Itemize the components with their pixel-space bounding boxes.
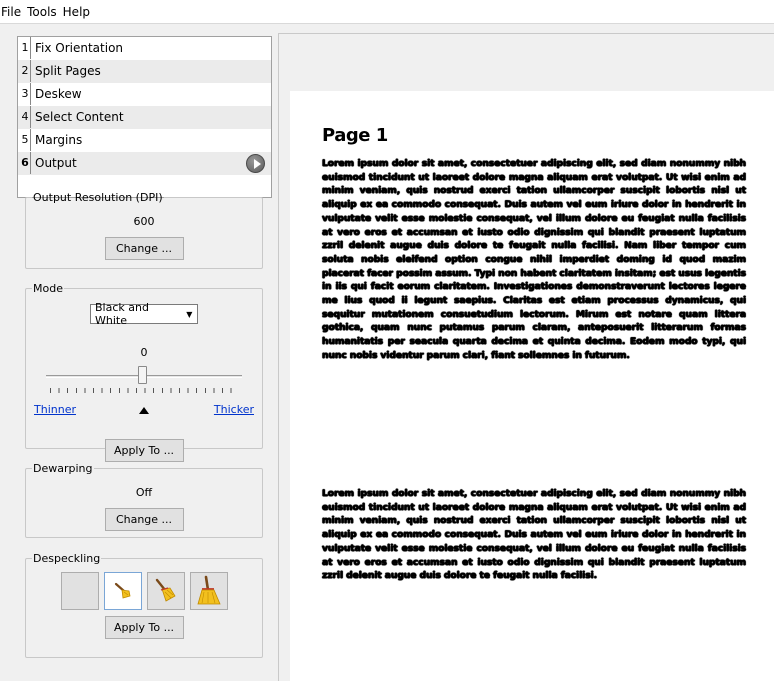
stage-number: 3 [20,83,31,105]
broom-large-icon [196,575,221,605]
slider-ticks [50,388,238,393]
dewarping-group: Dewarping Off Change ... [25,462,263,538]
page-paragraph: Lorem ipsum dolor sit amet, consectetuer… [322,158,746,361]
color-mode-select[interactable]: Black and White ▼ [90,301,198,327]
stage-list: 1 Fix Orientation 2 Split Pages 3 Deskew… [17,36,272,198]
despeckle-off-button[interactable] [60,572,99,610]
threshold-value: 0 [140,346,148,359]
menu-help[interactable]: Help [63,0,96,24]
stage-number: 1 [20,37,31,59]
stage-number: 4 [20,106,31,128]
output-page: Page 1 Lorem ipsum dolor sit amet, conse… [290,91,774,681]
stage-label: Output [35,156,77,170]
despeckle-options [26,572,262,610]
despeckling-group: Despeckling Apply To ... [25,552,263,658]
menu-tools[interactable]: Tools [27,0,63,24]
stage-label: Margins [35,133,83,147]
mode-apply-to-button[interactable]: Apply To ... [104,439,184,462]
stage-item-split-pages[interactable]: 2 Split Pages [18,60,271,83]
menu-file[interactable]: File [1,0,27,24]
stage-item-margins[interactable]: 5 Margins [18,129,271,152]
stage-label: Split Pages [35,64,101,78]
mode-group: Mode Black and White ▼ 0 Thinner Thicker… [25,282,263,462]
threshold-labels: Thinner Thicker [34,403,254,421]
run-batch-play-icon[interactable] [246,154,265,173]
stage-number: 5 [20,129,31,151]
image-viewer[interactable]: Page 1 Lorem ipsum dolor sit amet, conse… [278,33,774,681]
broom-medium-icon [155,578,176,602]
stage-label: Deskew [35,87,82,101]
stage-label: Select Content [35,110,124,124]
triangle-up-icon [139,407,149,414]
change-dewarping-button[interactable]: Change ... [104,508,184,531]
stage-item-output[interactable]: 6 Output [18,152,271,175]
stage-number: 6 [20,152,31,174]
despeckle-apply-to-button[interactable]: Apply To ... [104,616,184,639]
thicker-link[interactable]: Thicker [214,403,254,416]
output-resolution-group: Output Resolution (DPI) 600 Change ... [25,191,263,269]
despeckle-cautious-button[interactable] [103,572,142,610]
mode-title: Mode [33,282,63,295]
options-panel: 1 Fix Orientation 2 Split Pages 3 Deskew… [0,25,278,681]
threshold-slider[interactable] [44,363,244,397]
color-mode-value: Black and White [95,301,149,327]
menu-bar: File Tools Help [0,0,774,24]
stage-item-deskew[interactable]: 3 Deskew [18,83,271,106]
output-resolution-title: Output Resolution (DPI) [33,191,163,204]
page-paragraph: Lorem ipsum dolor sit amet, consectetuer… [322,488,746,582]
dewarping-title: Dewarping [33,462,93,475]
page-heading: Page 1 [322,125,388,146]
stage-item-fix-orientation[interactable]: 1 Fix Orientation [18,37,271,60]
stage-number: 2 [20,60,31,82]
slider-handle[interactable] [138,366,147,384]
despeckle-normal-button[interactable] [146,572,185,610]
thinner-link[interactable]: Thinner [34,403,76,416]
dewarping-value: Off [135,486,153,499]
broom-small-icon [114,582,130,599]
chevron-down-icon: ▼ [180,305,197,323]
despeckle-aggressive-button[interactable] [189,572,228,610]
dpi-value: 600 [133,215,155,228]
stage-item-select-content[interactable]: 4 Select Content [18,106,271,129]
stage-label: Fix Orientation [35,41,124,55]
despeckling-title: Despeckling [33,552,101,565]
change-dpi-button[interactable]: Change ... [104,237,184,260]
